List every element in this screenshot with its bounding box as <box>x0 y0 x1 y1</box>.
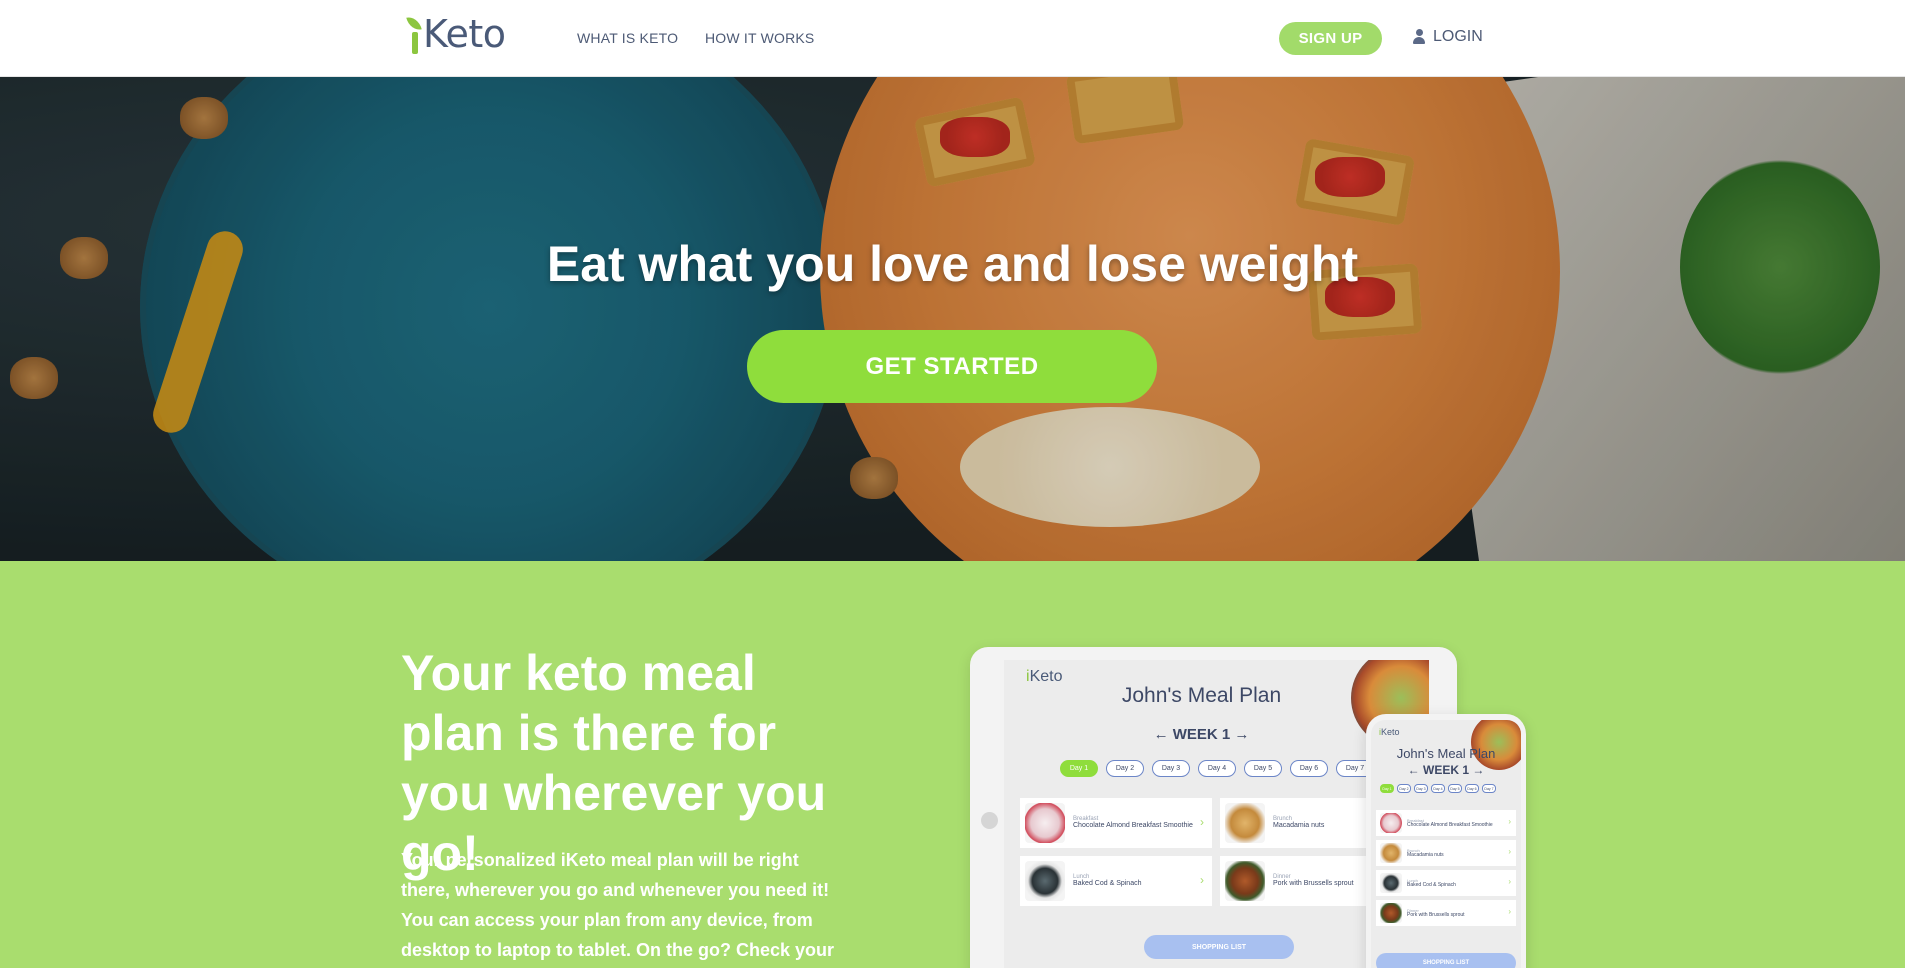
meal-thumbnail <box>1225 803 1265 843</box>
hero-title: Eat what you love and lose weight <box>546 236 1359 292</box>
iketo-logo[interactable]: Keto <box>406 12 506 56</box>
signup-button[interactable]: SIGN UP <box>1279 22 1382 55</box>
chevron-right-icon: › <box>1508 907 1511 916</box>
phone-meal-card: Breakfast Chocolate Almond Breakfast Smoo… <box>1376 810 1516 836</box>
login-label: LOGIN <box>1433 28 1483 45</box>
phone-day-tab: Day 3 <box>1414 784 1428 793</box>
chevron-right-icon: › <box>1200 873 1204 887</box>
tablet-day-tab: Day 2 <box>1106 760 1144 777</box>
chevron-right-icon: › <box>1508 847 1511 856</box>
phone-logo: iKeto <box>1379 727 1400 737</box>
phone-day-tab: Day 4 <box>1431 784 1445 793</box>
mealplan-section: Your keto meal plan is there for you whe… <box>0 561 1905 968</box>
meal-thumbnail <box>1380 843 1402 863</box>
phone-meal-card: Dinner Pork with Brussells sprout › <box>1376 900 1516 926</box>
get-started-button[interactable]: GET STARTED <box>747 330 1157 403</box>
meal-thumbnail <box>1380 813 1402 833</box>
tablet-day-tab: Day 3 <box>1152 760 1190 777</box>
nav-what-is-keto[interactable]: WHAT IS KETO <box>577 30 678 46</box>
meal-thumbnail <box>1025 861 1065 901</box>
user-icon <box>1413 29 1425 45</box>
tablet-day-tab: Day 5 <box>1244 760 1282 777</box>
mealplan-text: Your personalized iKeto meal plan will b… <box>401 850 835 960</box>
phone-day-tabs: Day 1 Day 2 Day 3 Day 4 Day 5 Day 6 Day … <box>1380 784 1496 793</box>
tablet-day-tab: Day 4 <box>1198 760 1236 777</box>
leaf-icon <box>406 14 422 54</box>
phone-meal-card: Lunch Baked Cod & Spinach › <box>1376 870 1516 896</box>
phone-mockup: iKeto John's Meal Plan ← WEEK 1 → Day 1 … <box>1366 714 1526 968</box>
chevron-right-icon: › <box>1508 817 1511 826</box>
phone-shopping-list-button: SHOPPING LIST <box>1376 953 1516 968</box>
chevron-right-icon: › <box>1200 815 1204 829</box>
meal-thumbnail <box>1380 873 1402 893</box>
phone-day-tab: Day 6 <box>1465 784 1479 793</box>
phone-screen: iKeto John's Meal Plan ← WEEK 1 → Day 1 … <box>1371 720 1521 968</box>
tablet-plan-title: John's Meal Plan <box>1121 684 1282 707</box>
phone-plan-title: John's Meal Plan <box>1396 746 1496 761</box>
logo-text: Keto <box>423 12 506 56</box>
phone-week-selector: ← WEEK 1 → <box>1407 763 1485 777</box>
login-link[interactable]: LOGIN <box>1413 28 1483 46</box>
chevron-right-icon: › <box>1508 877 1511 886</box>
phone-day-tab: Day 5 <box>1448 784 1462 793</box>
tablet-shopping-list-button: SHOPPING LIST <box>1144 935 1294 959</box>
phone-day-tab: Day 2 <box>1397 784 1411 793</box>
site-header: Keto WHAT IS KETO HOW IT WORKS SIGN UP L… <box>0 0 1905 77</box>
phone-day-tab: Day 1 <box>1380 784 1394 793</box>
tablet-meal-card: Breakfast Chocolate Almond Breakfast Smoo… <box>1020 798 1212 848</box>
meal-thumbnail <box>1025 803 1065 843</box>
meal-thumbnail <box>1380 903 1402 923</box>
tablet-day-tab: Day 1 <box>1060 760 1098 777</box>
phone-day-tab: Day 7 <box>1482 784 1496 793</box>
phone-meal-card: Brunch Macadamia nuts › <box>1376 840 1516 866</box>
tablet-day-tab: Day 6 <box>1290 760 1328 777</box>
meal-thumbnail <box>1225 861 1265 901</box>
tablet-meal-card: Lunch Baked Cod & Spinach › <box>1020 856 1212 906</box>
tablet-home-button <box>981 812 998 829</box>
nav-how-it-works[interactable]: HOW IT WORKS <box>705 30 814 46</box>
hero-section: Eat what you love and lose weight GET ST… <box>0 77 1905 561</box>
tablet-day-tabs: Day 1 Day 2 Day 3 Day 4 Day 5 Day 6 Day … <box>1060 760 1374 777</box>
